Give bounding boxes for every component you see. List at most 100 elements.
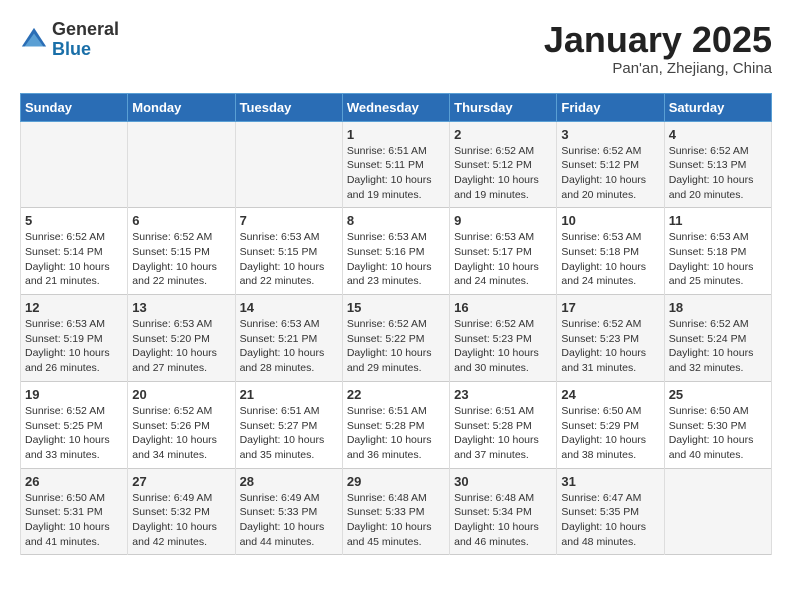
calendar-cell: 6Sunrise: 6:52 AM Sunset: 5:15 PM Daylig… [128, 208, 235, 295]
weekday-header-saturday: Saturday [664, 93, 771, 121]
day-number: 17 [561, 300, 659, 315]
day-number: 26 [25, 474, 123, 489]
calendar-cell: 17 Sunrise: 6:52 AM Sunset: 5:23 PM Dayli… [557, 295, 664, 382]
day-info: Sunrise: 6:49 AM Sunset: 5:33 PM Dayligh… [240, 491, 338, 550]
calendar-week-row: 1Sunrise: 6:51 AM Sunset: 5:11 PM Daylig… [21, 121, 772, 208]
calendar-week-row: 12 Sunrise: 6:53 AM Sunset: 5:19 PM Dayli… [21, 295, 772, 382]
day-number: 18 [669, 300, 767, 315]
logo-text: General Blue [52, 20, 119, 60]
weekday-header-row: SundayMondayTuesdayWednesdayThursdayFrid… [21, 93, 772, 121]
day-number: 3 [561, 127, 659, 142]
day-info: Sunrise: 6:52 AM Sunset: 5:12 PM Dayligh… [561, 144, 659, 203]
calendar-cell: 16 Sunrise: 6:52 AM Sunset: 5:23 PM Dayli… [450, 295, 557, 382]
day-info: Sunrise: 6:53 AM Sunset: 5:18 PM Dayligh… [669, 230, 767, 289]
calendar-cell: 22 Sunrise: 6:51 AM Sunset: 5:28 PM Dayli… [342, 381, 449, 468]
calendar-cell: 8 Sunrise: 6:53 AM Sunset: 5:16 PM Daylig… [342, 208, 449, 295]
calendar-cell: 20Sunrise: 6:52 AM Sunset: 5:26 PM Dayli… [128, 381, 235, 468]
calendar-cell: 3 Sunrise: 6:52 AM Sunset: 5:12 PM Daylig… [557, 121, 664, 208]
calendar-cell [128, 121, 235, 208]
location-text: Pan'an, Zhejiang, China [544, 60, 772, 77]
day-number: 28 [240, 474, 338, 489]
calendar-cell: 29 Sunrise: 6:48 AM Sunset: 5:33 PM Dayli… [342, 468, 449, 555]
calendar-cell: 11 Sunrise: 6:53 AM Sunset: 5:18 PM Dayli… [664, 208, 771, 295]
logo: General Blue [20, 20, 119, 60]
day-info: Sunrise: 6:51 AM Sunset: 5:11 PM Dayligh… [347, 144, 445, 203]
calendar-cell: 12 Sunrise: 6:53 AM Sunset: 5:19 PM Dayli… [21, 295, 128, 382]
day-number: 5 [25, 213, 123, 228]
day-info: Sunrise: 6:52 AM Sunset: 5:23 PM Dayligh… [561, 317, 659, 376]
calendar-week-row: 19Sunrise: 6:52 AM Sunset: 5:25 PM Dayli… [21, 381, 772, 468]
day-number: 7 [240, 213, 338, 228]
day-number: 22 [347, 387, 445, 402]
day-number: 29 [347, 474, 445, 489]
logo-general-text: General [52, 20, 119, 40]
day-number: 13 [132, 300, 230, 315]
title-block: January 2025 Pan'an, Zhejiang, China [544, 20, 772, 77]
day-number: 27 [132, 474, 230, 489]
day-number: 21 [240, 387, 338, 402]
calendar-cell: 2Sunrise: 6:52 AM Sunset: 5:12 PM Daylig… [450, 121, 557, 208]
weekday-header-sunday: Sunday [21, 93, 128, 121]
day-info: Sunrise: 6:52 AM Sunset: 5:14 PM Dayligh… [25, 230, 123, 289]
calendar-cell: 25 Sunrise: 6:50 AM Sunset: 5:30 PM Dayli… [664, 381, 771, 468]
day-info: Sunrise: 6:51 AM Sunset: 5:28 PM Dayligh… [347, 404, 445, 463]
calendar-cell [21, 121, 128, 208]
calendar-week-row: 26 Sunrise: 6:50 AM Sunset: 5:31 PM Dayli… [21, 468, 772, 555]
day-number: 20 [132, 387, 230, 402]
day-info: Sunrise: 6:52 AM Sunset: 5:24 PM Dayligh… [669, 317, 767, 376]
calendar-cell [235, 121, 342, 208]
day-info: Sunrise: 6:52 AM Sunset: 5:12 PM Dayligh… [454, 144, 552, 203]
calendar-cell: 23 Sunrise: 6:51 AM Sunset: 5:28 PM Dayli… [450, 381, 557, 468]
logo-blue-text: Blue [52, 40, 119, 60]
day-info: Sunrise: 6:52 AM Sunset: 5:13 PM Dayligh… [669, 144, 767, 203]
month-title: January 2025 [544, 20, 772, 60]
calendar-table: SundayMondayTuesdayWednesdayThursdayFrid… [20, 93, 772, 556]
day-info: Sunrise: 6:53 AM Sunset: 5:19 PM Dayligh… [25, 317, 123, 376]
day-number: 9 [454, 213, 552, 228]
calendar-cell: 13Sunrise: 6:53 AM Sunset: 5:20 PM Dayli… [128, 295, 235, 382]
day-number: 25 [669, 387, 767, 402]
calendar-week-row: 5 Sunrise: 6:52 AM Sunset: 5:14 PM Daylig… [21, 208, 772, 295]
logo-icon [20, 26, 48, 54]
day-info: Sunrise: 6:51 AM Sunset: 5:27 PM Dayligh… [240, 404, 338, 463]
day-number: 23 [454, 387, 552, 402]
day-info: Sunrise: 6:48 AM Sunset: 5:33 PM Dayligh… [347, 491, 445, 550]
weekday-header-wednesday: Wednesday [342, 93, 449, 121]
day-number: 10 [561, 213, 659, 228]
calendar-cell: 5 Sunrise: 6:52 AM Sunset: 5:14 PM Daylig… [21, 208, 128, 295]
calendar-cell: 15 Sunrise: 6:52 AM Sunset: 5:22 PM Dayli… [342, 295, 449, 382]
day-info: Sunrise: 6:53 AM Sunset: 5:16 PM Dayligh… [347, 230, 445, 289]
calendar-cell: 27Sunrise: 6:49 AM Sunset: 5:32 PM Dayli… [128, 468, 235, 555]
day-info: Sunrise: 6:50 AM Sunset: 5:29 PM Dayligh… [561, 404, 659, 463]
day-number: 16 [454, 300, 552, 315]
day-info: Sunrise: 6:52 AM Sunset: 5:23 PM Dayligh… [454, 317, 552, 376]
day-number: 4 [669, 127, 767, 142]
day-number: 19 [25, 387, 123, 402]
day-info: Sunrise: 6:50 AM Sunset: 5:30 PM Dayligh… [669, 404, 767, 463]
day-number: 11 [669, 213, 767, 228]
day-info: Sunrise: 6:53 AM Sunset: 5:15 PM Dayligh… [240, 230, 338, 289]
calendar-cell: 14Sunrise: 6:53 AM Sunset: 5:21 PM Dayli… [235, 295, 342, 382]
day-number: 8 [347, 213, 445, 228]
day-info: Sunrise: 6:53 AM Sunset: 5:21 PM Dayligh… [240, 317, 338, 376]
day-number: 31 [561, 474, 659, 489]
day-info: Sunrise: 6:50 AM Sunset: 5:31 PM Dayligh… [25, 491, 123, 550]
calendar-cell: 1Sunrise: 6:51 AM Sunset: 5:11 PM Daylig… [342, 121, 449, 208]
calendar-cell: 21 Sunrise: 6:51 AM Sunset: 5:27 PM Dayli… [235, 381, 342, 468]
day-info: Sunrise: 6:52 AM Sunset: 5:22 PM Dayligh… [347, 317, 445, 376]
calendar-cell: 10Sunrise: 6:53 AM Sunset: 5:18 PM Dayli… [557, 208, 664, 295]
calendar-cell [664, 468, 771, 555]
calendar-cell: 28 Sunrise: 6:49 AM Sunset: 5:33 PM Dayli… [235, 468, 342, 555]
weekday-header-thursday: Thursday [450, 93, 557, 121]
day-info: Sunrise: 6:52 AM Sunset: 5:15 PM Dayligh… [132, 230, 230, 289]
calendar-cell: 31Sunrise: 6:47 AM Sunset: 5:35 PM Dayli… [557, 468, 664, 555]
day-number: 15 [347, 300, 445, 315]
day-number: 12 [25, 300, 123, 315]
day-info: Sunrise: 6:48 AM Sunset: 5:34 PM Dayligh… [454, 491, 552, 550]
calendar-cell: 18 Sunrise: 6:52 AM Sunset: 5:24 PM Dayli… [664, 295, 771, 382]
day-info: Sunrise: 6:51 AM Sunset: 5:28 PM Dayligh… [454, 404, 552, 463]
calendar-cell: 30Sunrise: 6:48 AM Sunset: 5:34 PM Dayli… [450, 468, 557, 555]
weekday-header-monday: Monday [128, 93, 235, 121]
weekday-header-friday: Friday [557, 93, 664, 121]
calendar-cell: 7 Sunrise: 6:53 AM Sunset: 5:15 PM Daylig… [235, 208, 342, 295]
